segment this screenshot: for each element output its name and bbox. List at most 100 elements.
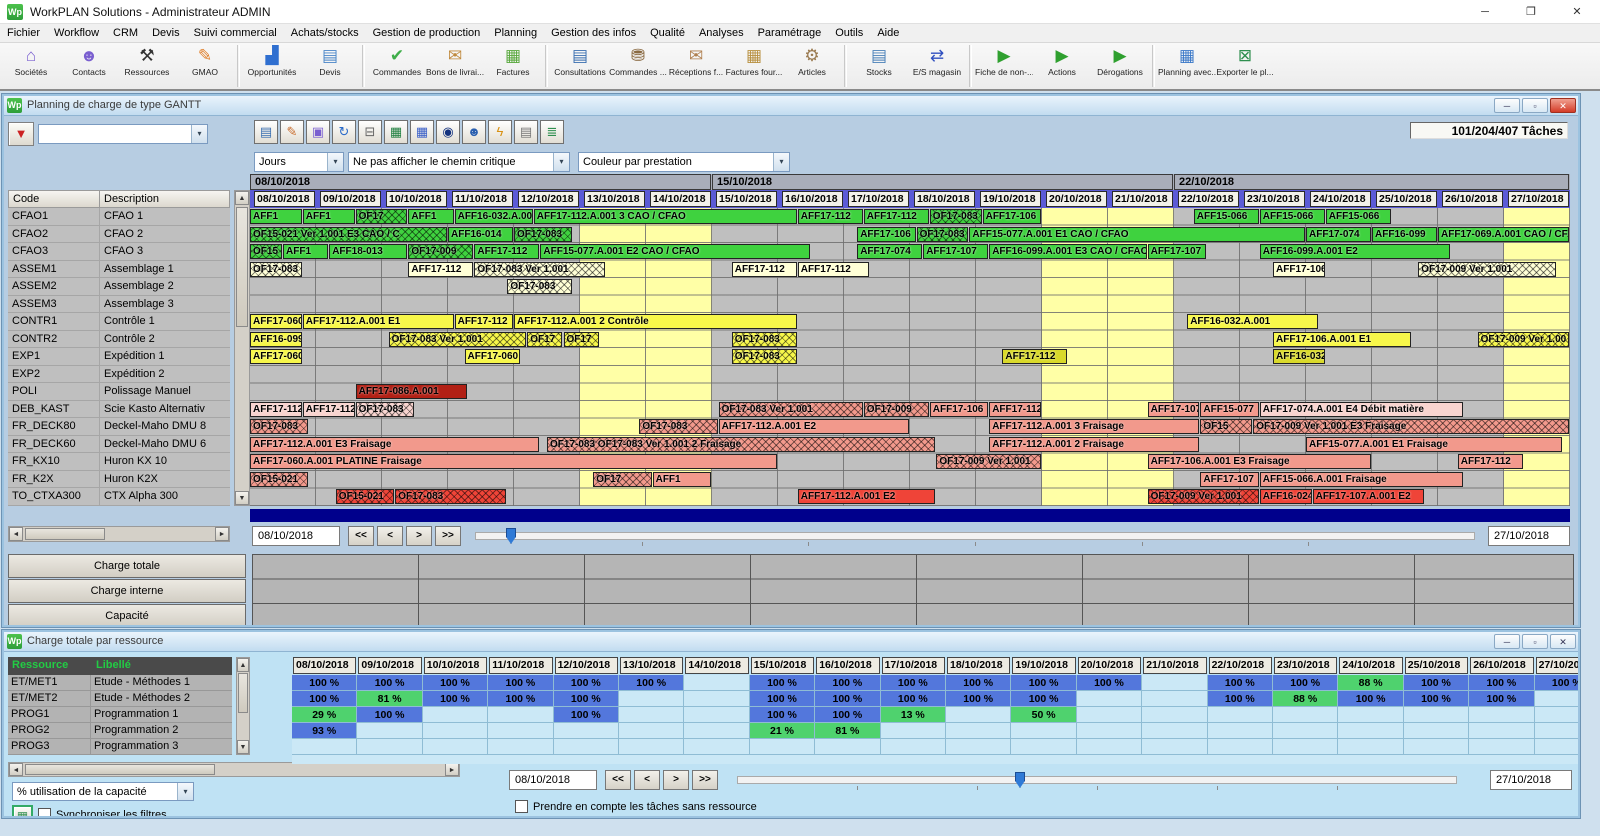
contacts-button[interactable]: ☻ Contacts xyxy=(60,44,118,88)
gantt-bar[interactable]: AFF17-106 xyxy=(857,226,916,242)
gantt-bar[interactable]: AFF15-066 xyxy=(1325,209,1391,224)
gantt-bar[interactable]: AFF17-060 xyxy=(250,349,302,365)
gantt-bar[interactable]: AFF17-107.A.001 E2 xyxy=(1312,489,1424,505)
gantt-bar[interactable]: OF17-083 Ver 1.001 xyxy=(474,261,606,277)
gantt-bar[interactable]: AFF17-086.A.001 xyxy=(355,384,467,400)
opportunites-button[interactable]: ▟ Opportunités xyxy=(243,44,301,88)
close-button[interactable]: ✕ xyxy=(1550,98,1576,113)
load-table-vscrollbar[interactable]: ▲ ▼ xyxy=(236,657,250,755)
gantt-bar[interactable]: AFF17-060 xyxy=(250,314,302,330)
societes-button[interactable]: ⌂ Sociétés xyxy=(2,44,60,88)
gantt-bar[interactable]: OF17-083 xyxy=(355,401,414,417)
nav-next-button[interactable]: > xyxy=(663,770,689,790)
app-minimize-button[interactable]: ─ xyxy=(1462,0,1508,23)
nav-first-button[interactable]: << xyxy=(605,770,631,790)
gantt-bar[interactable]: AFF17-112.A.001 3 CAO / CFAO xyxy=(533,209,797,224)
gantt-bar[interactable]: AFF16-032.A.001 CAO xyxy=(454,209,533,224)
gantt-bar[interactable]: OF17-009 xyxy=(408,244,474,260)
factures-fournisseurs-button[interactable]: ▦ Factures four... xyxy=(725,44,783,88)
gantt-bar[interactable]: AFF15-066 xyxy=(1193,209,1259,224)
gmao-button[interactable]: ✎ GMAO xyxy=(176,44,234,88)
gantt-bar[interactable]: AFF1 xyxy=(302,209,355,224)
bons-livraison-button[interactable]: ✉ Bons de livrai... xyxy=(426,44,484,88)
timeline-slider[interactable] xyxy=(475,532,1475,540)
resource-row[interactable]: CFAO1 CFAO 1 xyxy=(8,208,230,226)
nav-prev-button[interactable]: < xyxy=(634,770,660,790)
gantt-bar[interactable]: AFF16-099 xyxy=(250,331,302,347)
gantt-bar[interactable]: OF17-083 xyxy=(639,419,718,435)
gantt-bar[interactable]: AFF17-112.A.001 E2 xyxy=(718,419,909,435)
commandes-button[interactable]: ✔ Commandes xyxy=(368,44,426,88)
gantt-bar[interactable]: AFF15-077.A.001 E2 CAO / CFAO xyxy=(540,244,810,260)
gantt-bar[interactable]: OF17-009 Ver 1.001 E3 Fraisage xyxy=(1253,419,1569,435)
load-resource-row[interactable]: ET/MET1 Etude - Méthodes 1 xyxy=(8,675,232,691)
scroll-left-button[interactable]: ◄ xyxy=(9,763,23,776)
gantt-bar[interactable]: AFF17-107 xyxy=(923,244,989,260)
scroll-up-button[interactable]: ▲ xyxy=(235,191,249,205)
factures-button[interactable]: ▦ Factures xyxy=(484,44,542,88)
gantt-bar[interactable]: AFF17-112 xyxy=(250,401,302,417)
actions-button[interactable]: ▶ Actions xyxy=(1033,44,1091,88)
menu-gestion-des-infos[interactable]: Gestion des infos xyxy=(544,24,643,43)
close-button[interactable]: ✕ xyxy=(1550,634,1576,649)
sync-filters-checkbox[interactable] xyxy=(38,808,51,816)
gantt-bar[interactable]: AFF17-112.A.001 E2 xyxy=(797,489,936,505)
menu-aide[interactable]: Aide xyxy=(870,24,906,43)
gantt-bar[interactable]: AFF17-106 xyxy=(1273,261,1325,277)
gantt-bar[interactable]: AFF17-069.A.001 CAO / CFAO xyxy=(1438,226,1569,242)
consultations-button[interactable]: ▤ Consultations xyxy=(551,44,609,88)
gantt-bar[interactable]: AFF1 xyxy=(652,471,711,487)
gantt-bar[interactable]: OF17 xyxy=(527,331,563,347)
gantt-bar[interactable]: AFF15-066 xyxy=(1259,209,1325,224)
menu-workflow[interactable]: Workflow xyxy=(47,24,106,43)
resource-row[interactable]: DEB_KAST Scie Kasto Alternativ xyxy=(8,400,230,419)
gantt-bar[interactable]: AFF17-106.A.001 E1 xyxy=(1273,331,1411,347)
gantt-bar[interactable]: OF15 xyxy=(250,244,282,260)
gantt-bar[interactable]: OF17-083 xyxy=(731,349,797,365)
display-mode-combo[interactable]: % utilisation de la capacité ▾ xyxy=(12,782,194,801)
ressources-button[interactable]: ⚒ Ressources xyxy=(118,44,176,88)
gantt-bar[interactable]: AFF17-112.A.001 3 Fraisage xyxy=(989,419,1200,435)
resource-row[interactable]: TO_CTXA300 CTX Alpha 300 xyxy=(8,488,230,506)
gantt-bar[interactable]: OF17-083 xyxy=(395,489,507,505)
date-start-field[interactable]: 08/10/2018 xyxy=(509,770,597,790)
gantt-window-titlebar[interactable]: Wp Planning de charge de type GANTT ─ ▫ ✕ xyxy=(4,96,1578,116)
menu-suivi-commercial[interactable]: Suivi commercial xyxy=(187,24,284,43)
gantt-bar[interactable]: AFF16-032 xyxy=(1273,349,1325,365)
menu-param-trage[interactable]: Paramétrage xyxy=(751,24,829,43)
devis-button[interactable]: ▤ Devis xyxy=(301,44,359,88)
gantt-bar[interactable]: AFF17-112.A.001 E3 Fraisage xyxy=(250,436,540,452)
gantt-bar[interactable]: OF17-083 Ver 1.001 xyxy=(718,401,863,417)
gantt-bar[interactable]: OF17-083 xyxy=(250,261,302,277)
resource-row[interactable]: ASSEM3 Assemblage 3 xyxy=(8,295,230,314)
gantt-bar[interactable]: AFF15-077.A.001 E1 CAO / CFAO xyxy=(969,226,1305,242)
gantt-bar[interactable]: OF17 xyxy=(355,209,408,224)
timeline-slider[interactable] xyxy=(737,776,1457,784)
menu-devis[interactable]: Devis xyxy=(145,24,187,43)
menu-fichier[interactable]: Fichier xyxy=(0,24,47,43)
charge-button-charge-totale[interactable]: Charge totale xyxy=(8,554,246,578)
gantt-bar[interactable]: OF17-009 Ver 1.001 xyxy=(936,454,1041,470)
restore-button[interactable]: ▫ xyxy=(1522,98,1548,113)
gantt-bar[interactable]: OF15 xyxy=(1200,419,1253,435)
gantt-bar[interactable]: AFF17-112 xyxy=(797,209,863,224)
resource-row[interactable]: ASSEM1 Assemblage 1 xyxy=(8,260,230,279)
load-resource-row[interactable]: PROG2 Programmation 2 xyxy=(8,723,232,739)
gantt-bar[interactable]: AFF17-107 xyxy=(1200,471,1259,487)
gantt-bar[interactable]: AFF17-112.A.001 E1 xyxy=(302,314,454,330)
load-resource-row[interactable]: ET/MET2 Etude - Méthodes 2 xyxy=(8,691,232,707)
resource-row[interactable]: CFAO3 CFAO 3 xyxy=(8,243,230,261)
gantt-bar[interactable]: AFF17-106 xyxy=(929,401,989,417)
resource-row[interactable]: EXP1 Expédition 1 xyxy=(8,348,230,366)
gantt-bar[interactable]: OF17 xyxy=(563,331,599,347)
fiche-non-conformite-button[interactable]: ▶ Fiche de non-... xyxy=(975,44,1033,88)
gantt-bar[interactable]: AFF17-112 xyxy=(863,209,929,224)
gantt-bar[interactable]: AFF17-074 xyxy=(857,244,923,260)
gantt-bar[interactable]: OF17-083 xyxy=(916,226,969,242)
date-start-field[interactable]: 08/10/2018 xyxy=(252,526,340,546)
nav-prev-button[interactable]: < xyxy=(377,526,403,546)
menu-crm[interactable]: CRM xyxy=(106,24,145,43)
gantt-bar[interactable]: AFF17-112 xyxy=(1002,349,1068,365)
include-tasks-checkbox[interactable] xyxy=(515,800,528,813)
load-resource-row[interactable]: PROG1 Programmation 1 xyxy=(8,707,232,723)
